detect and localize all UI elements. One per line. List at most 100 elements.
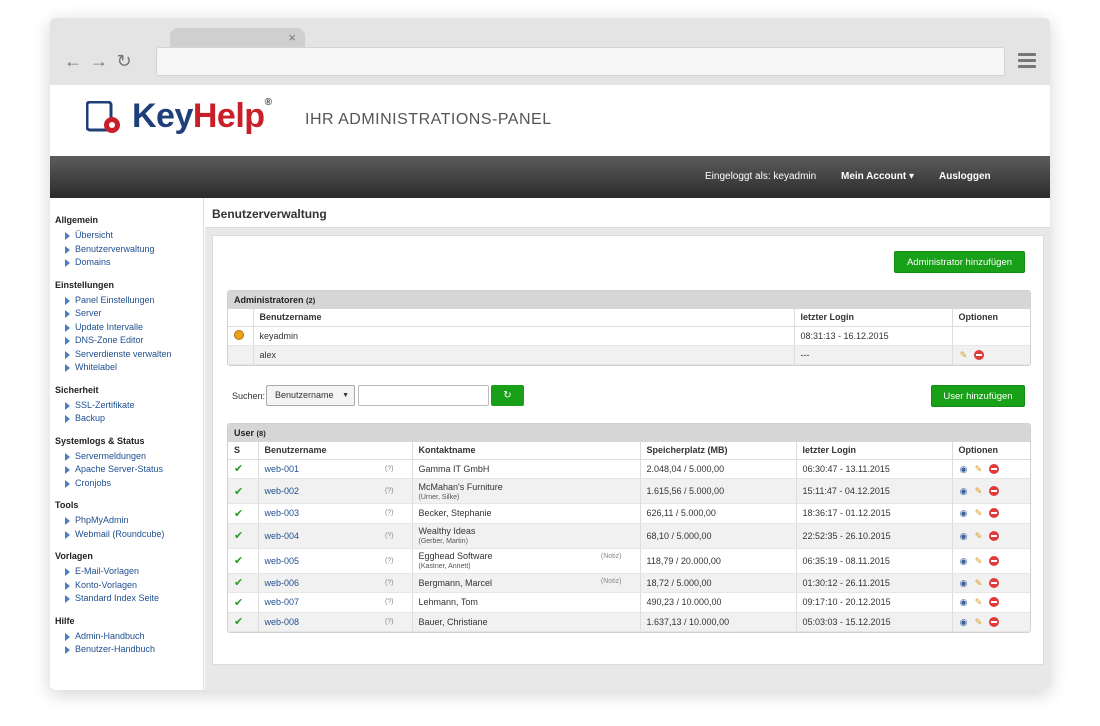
sidebar-link[interactable]: Servermeldungen [55, 450, 203, 464]
back-arrow-icon[interactable]: ← [64, 52, 82, 70]
edit-pencil-icon[interactable]: ✎ [974, 556, 984, 566]
sidebar-link[interactable]: Whitelabel [55, 361, 203, 375]
delete-icon[interactable] [988, 463, 999, 474]
sidebar-link[interactable]: Übersicht [55, 229, 203, 243]
view-eye-icon[interactable]: ◉ [959, 597, 969, 607]
user-username-link[interactable]: web-002 [265, 486, 300, 496]
help-hint[interactable]: (?) [385, 510, 394, 517]
contact-name: Bergmann, Marcel [418, 577, 493, 588]
sidebar-link[interactable]: Server [55, 307, 203, 321]
sidebar-group-title: Vorlagen [55, 551, 93, 561]
sidebar-link[interactable]: Update Intervalle [55, 321, 203, 335]
user-username-link[interactable]: web-008 [265, 617, 300, 627]
view-eye-icon[interactable]: ◉ [959, 464, 969, 474]
sidebar-link[interactable]: SSL-Zertifikate [55, 399, 203, 413]
sidebar-link[interactable]: Standard Index Seite [55, 592, 203, 606]
user-last-login: 15:11:47 - 04.12.2015 [796, 478, 953, 504]
user-storage: 1.637,13 / 10.000,00 [640, 612, 797, 632]
sidebar-link[interactable]: Admin-Handbuch [55, 630, 203, 644]
search-input[interactable] [358, 385, 489, 406]
user-storage: 1.615,56 / 5.000,00 [640, 478, 797, 504]
delete-icon[interactable] [973, 349, 984, 360]
view-eye-icon[interactable]: ◉ [959, 617, 969, 627]
sidebar-link[interactable]: Serverdienste verwalten [55, 348, 203, 362]
edit-pencil-icon[interactable]: ✎ [959, 350, 969, 360]
status-check-icon: ✔ [234, 507, 244, 520]
user-username-link[interactable]: web-006 [265, 578, 300, 588]
admins-table: Administratoren (2) Benutzername letzter… [227, 290, 1031, 366]
delete-icon[interactable] [988, 597, 999, 608]
sidebar-group-title: Hilfe [55, 615, 75, 626]
user-username-link[interactable]: web-003 [265, 508, 300, 518]
user-storage: 2.048,04 / 5.000,00 [640, 459, 797, 479]
help-hint[interactable]: (?) [385, 579, 394, 586]
my-account-menu[interactable]: Mein Account ▾ [841, 171, 914, 182]
add-admin-button[interactable]: Administrator hinzufügen [894, 251, 1025, 273]
delete-icon[interactable] [988, 577, 999, 588]
browser-window: × ← → ↻ KeyHelp® IHR ADMINISTRATIONS-PAN… [50, 18, 1050, 690]
sidebar-link[interactable]: PhpMyAdmin [55, 514, 203, 528]
user-last-login: 18:36:17 - 01.12.2015 [796, 503, 953, 524]
forward-arrow-icon[interactable]: → [90, 52, 108, 70]
view-eye-icon[interactable]: ◉ [959, 486, 969, 496]
sidebar-link[interactable]: Cronjobs [55, 477, 203, 491]
sidebar-link[interactable]: Benutzerverwaltung [55, 243, 203, 257]
reload-icon[interactable]: ↻ [116, 52, 132, 70]
sidebar-link[interactable]: Domains [55, 256, 203, 270]
sidebar-link[interactable]: Konto-Vorlagen [55, 579, 203, 593]
delete-icon[interactable] [988, 508, 999, 519]
help-hint[interactable]: (?) [385, 618, 394, 625]
logout-link[interactable]: Ausloggen [939, 171, 991, 182]
edit-pencil-icon[interactable]: ✎ [974, 508, 984, 518]
sidebar-group: Allgemein Übersicht Benutzerverwaltung Doma… [55, 215, 203, 270]
delete-icon[interactable] [988, 555, 999, 566]
user-username-link[interactable]: web-004 [265, 531, 300, 541]
help-hint[interactable]: (?) [385, 465, 394, 472]
edit-pencil-icon[interactable]: ✎ [974, 486, 984, 496]
view-eye-icon[interactable]: ◉ [959, 556, 969, 566]
sidebar-link[interactable]: Benutzer-Handbuch [55, 643, 203, 657]
user-last-login: 01:30:12 - 26.11.2015 [796, 573, 953, 593]
sidebar-link[interactable]: Apache Server-Status [55, 463, 203, 477]
address-bar[interactable] [156, 47, 1005, 76]
edit-pencil-icon[interactable]: ✎ [974, 597, 984, 607]
help-hint[interactable]: (?) [385, 599, 394, 606]
view-eye-icon[interactable]: ◉ [959, 531, 969, 541]
sidebar-group-title: Sicherheit [55, 384, 99, 395]
sidebar-link[interactable]: Webmail (Roundcube) [55, 528, 203, 542]
sidebar-link[interactable]: E-Mail-Vorlagen [55, 565, 203, 579]
users-header-contact: Kontaktname [412, 442, 641, 460]
hamburger-menu-icon[interactable] [1018, 53, 1036, 69]
search-field-select[interactable]: Benutzername ▼ [266, 385, 355, 406]
user-username-link[interactable]: web-007 [265, 597, 300, 607]
tab-close-icon[interactable]: × [288, 30, 296, 45]
user-storage: 118,79 / 20.000,00 [640, 548, 797, 574]
sidebar-link[interactable]: DNS-Zone Editor [55, 334, 203, 348]
note-hint[interactable]: (Notiz) [601, 553, 622, 560]
sidebar-link[interactable]: Panel Einstellungen [55, 294, 203, 308]
edit-pencil-icon[interactable]: ✎ [974, 617, 984, 627]
edit-pencil-icon[interactable]: ✎ [974, 578, 984, 588]
keyhelp-logo[interactable]: KeyHelp® [132, 97, 272, 136]
admin-username: alex [253, 345, 795, 365]
delete-icon[interactable] [988, 486, 999, 496]
user-username-link[interactable]: web-001 [265, 464, 300, 474]
view-eye-icon[interactable]: ◉ [959, 578, 969, 588]
sidebar-link[interactable]: Backup [55, 412, 203, 426]
add-user-button[interactable]: User hinzufügen [931, 385, 1025, 407]
search-refresh-button[interactable]: ↻ [491, 385, 524, 406]
admin-last-login: --- [794, 345, 953, 365]
help-hint[interactable]: (?) [385, 532, 394, 539]
user-username-link[interactable]: web-005 [265, 556, 300, 566]
delete-icon[interactable] [988, 616, 999, 627]
contact-name: Gamma IT GmbH [418, 463, 490, 474]
view-eye-icon[interactable]: ◉ [959, 508, 969, 518]
edit-pencil-icon[interactable]: ✎ [974, 531, 984, 541]
note-hint[interactable]: (Notiz) [601, 578, 622, 585]
delete-icon[interactable] [988, 530, 999, 541]
help-hint[interactable]: (?) [385, 488, 394, 495]
help-hint[interactable]: (?) [385, 557, 394, 564]
edit-pencil-icon[interactable]: ✎ [974, 464, 984, 474]
main-content: Benutzerverwaltung Administrator hinzufü… [205, 198, 1050, 690]
sidebar-group-title: Tools [55, 500, 79, 510]
